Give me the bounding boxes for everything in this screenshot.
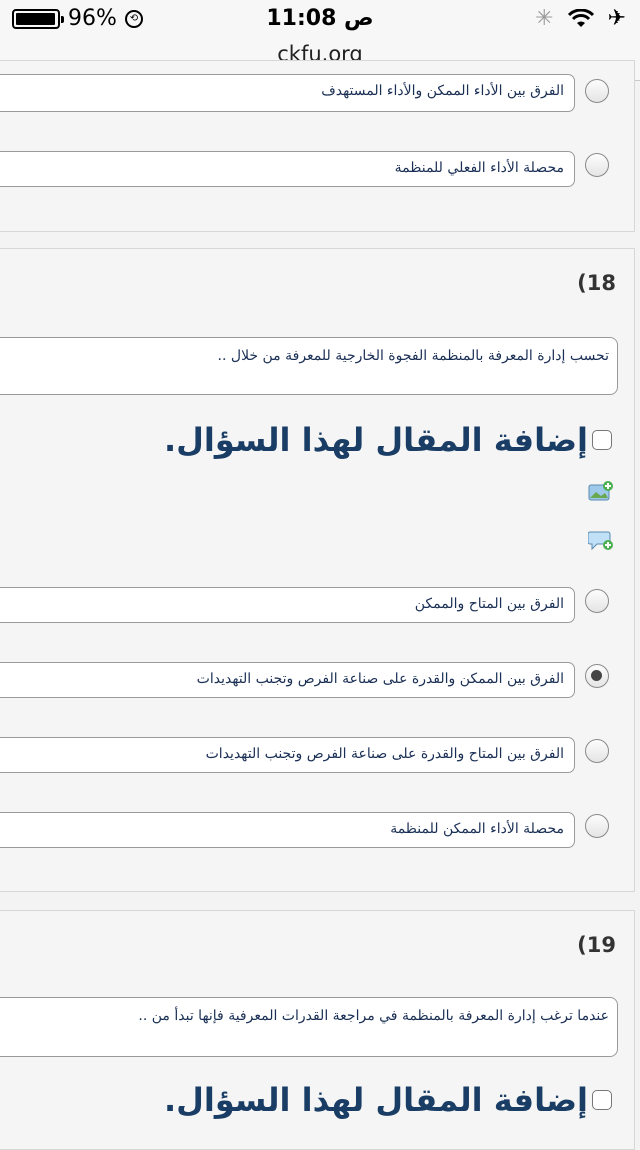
option-radio[interactable] (585, 739, 609, 763)
add-essay-label: إضافة المقال لهذا السؤال. (163, 421, 588, 459)
question-text: تحسب إدارة المعرفة بالمنظمة الفجوة الخار… (0, 337, 618, 395)
question-panel-19: (19 عندما ترغب إدارة المعرفة بالمنظمة في… (0, 910, 635, 1150)
wifi-icon (567, 8, 594, 27)
option-radio-selected[interactable] (585, 664, 609, 688)
question-number: (18 (577, 271, 616, 295)
status-right: ✳ ✈ (535, 6, 626, 31)
option-radio[interactable] (585, 589, 609, 613)
add-essay-label: إضافة المقال لهذا السؤال. (163, 1081, 588, 1119)
option-text: الفرق بين المتاح والممكن (0, 587, 575, 623)
add-essay-row: إضافة المقال لهذا السؤال. (164, 421, 612, 459)
add-essay-row: إضافة المقال لهذا السؤال. (164, 1081, 612, 1119)
option-radio[interactable] (585, 153, 609, 177)
option-radio[interactable] (585, 814, 609, 838)
option-text: الفرق بين الممكن والقدرة على صناعة الفرص… (0, 662, 575, 698)
question-panel-prev: الفرق بين الأداء الممكن والأداء المستهدف… (0, 60, 635, 232)
option-text: محصلة الأداء الفعلي للمنظمة (0, 151, 575, 187)
question-text: عندما ترغب إدارة المعرفة بالمنظمة في مرا… (0, 997, 618, 1057)
insert-image-icon[interactable] (588, 481, 614, 503)
option-text: الفرق بين المتاح والقدرة على صناعة الفرص… (0, 737, 575, 773)
option-text: محصلة الأداء الممكن للمنظمة (0, 812, 575, 848)
question-panel-18: (18 تحسب إدارة المعرفة بالمنظمة الفجوة ا… (0, 248, 635, 892)
add-essay-checkbox[interactable] (592, 1090, 612, 1110)
option-text: الفرق بين الأداء الممكن والأداء المستهدف (0, 74, 575, 112)
add-comment-icon[interactable] (588, 529, 614, 551)
question-number: (19 (577, 933, 616, 957)
loading-spinner-icon: ✳ (535, 6, 554, 31)
add-essay-checkbox[interactable] (592, 430, 612, 450)
option-radio[interactable] (585, 79, 609, 103)
airplane-icon: ✈ (607, 6, 626, 31)
